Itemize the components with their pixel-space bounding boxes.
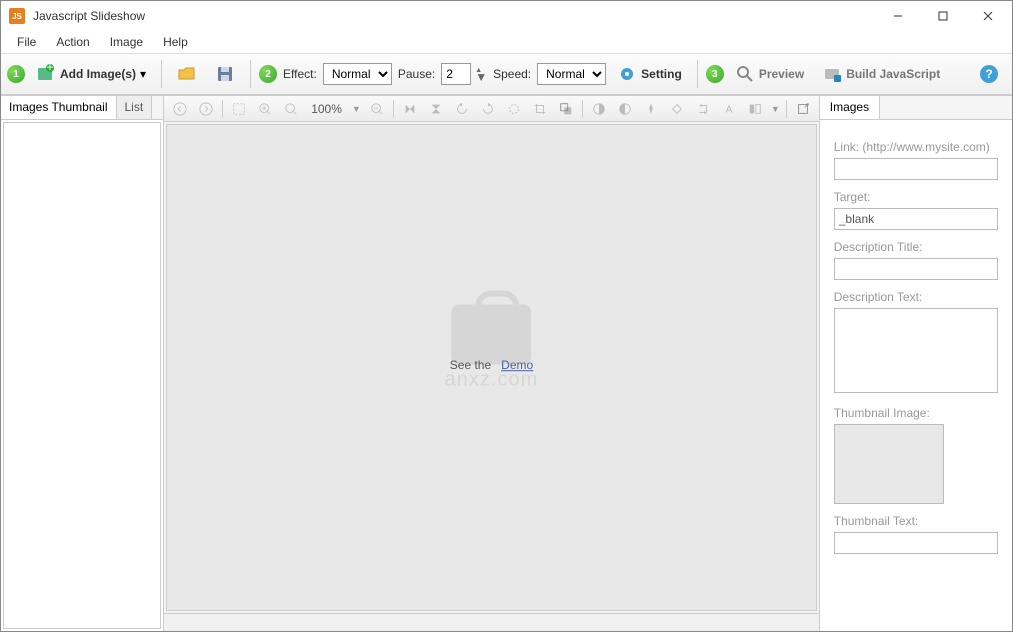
resize-icon[interactable] (556, 99, 576, 119)
dropdown-arrow-icon: ▾ (140, 67, 146, 81)
gear-icon (617, 64, 637, 84)
flip-h-icon[interactable] (426, 99, 446, 119)
pause-input[interactable] (441, 63, 471, 85)
tab-images-properties[interactable]: Images (820, 96, 880, 119)
preview-label: Preview (759, 67, 804, 81)
nav-first-icon[interactable] (170, 99, 190, 119)
step-2-badge: 2 (259, 65, 277, 83)
menu-bar: File Action Image Help (1, 31, 1012, 53)
nav-last-icon[interactable] (196, 99, 216, 119)
zoom-out-icon[interactable] (367, 99, 387, 119)
step-3-badge: 3 (706, 65, 724, 83)
link-input[interactable] (834, 158, 998, 180)
watermark: anxz.com (445, 305, 539, 392)
menu-image[interactable]: Image (100, 33, 153, 51)
main-toolbar: 1 + Add Image(s) ▾ 2 Effect: Normal Paus… (1, 53, 1012, 95)
menu-help[interactable]: Help (153, 33, 198, 51)
thumbnail-image-label: Thumbnail Image: (834, 406, 998, 420)
effect1-icon[interactable] (641, 99, 661, 119)
target-input[interactable] (834, 208, 998, 230)
build-icon (822, 64, 842, 84)
close-button[interactable] (965, 2, 1010, 30)
right-panel: Images Link: (http://www.mysite.com) Tar… (819, 96, 1012, 631)
open-button[interactable] (170, 59, 204, 89)
thumbnail-image-box[interactable] (834, 424, 944, 504)
app-icon: JS (9, 8, 25, 24)
minimize-button[interactable] (875, 2, 920, 30)
apply-icon[interactable] (793, 99, 813, 119)
thumbnail-text-label: Thumbnail Text: (834, 514, 998, 528)
demo-link[interactable]: Demo (501, 358, 533, 372)
menu-file[interactable]: File (7, 33, 46, 51)
right-tabs: Images (820, 96, 1012, 120)
left-panel: Images Thumbnail List (1, 96, 164, 631)
effect-select[interactable]: Normal (323, 63, 392, 85)
center-panel: 100% ▼ A ▼ anxz.com (164, 96, 819, 631)
effect-label: Effect: (281, 67, 319, 81)
link-label: Link: (http://www.mysite.com) (834, 140, 998, 154)
description-title-input[interactable] (834, 258, 998, 280)
title-bar: JS Javascript Slideshow (1, 1, 1012, 31)
description-text-label: Description Text: (834, 290, 998, 304)
target-label: Target: (834, 190, 998, 204)
zoom-default-icon[interactable] (281, 99, 301, 119)
left-tabs: Images Thumbnail List (1, 96, 163, 120)
maximize-button[interactable] (920, 2, 965, 30)
fit-icon[interactable] (229, 99, 249, 119)
step-1-badge: 1 (7, 65, 25, 83)
canvas-area[interactable]: anxz.com See the Demo (166, 124, 817, 611)
contrast-icon[interactable] (589, 99, 609, 119)
menu-action[interactable]: Action (46, 33, 99, 51)
help-button[interactable]: ? (972, 59, 1006, 89)
see-the-text: See the (450, 358, 491, 372)
image-toolbar: 100% ▼ A ▼ (164, 96, 819, 122)
build-javascript-button[interactable]: Build JavaScript (815, 59, 947, 89)
thumbnail-text-input[interactable] (834, 532, 998, 554)
effect2-icon[interactable] (667, 99, 687, 119)
save-button[interactable] (208, 59, 242, 89)
tab-images-thumbnail[interactable]: Images Thumbnail (1, 96, 117, 119)
save-icon (215, 64, 235, 84)
text-icon[interactable]: A (719, 99, 739, 119)
svg-text:+: + (46, 64, 53, 74)
pause-label: Pause: (396, 67, 437, 81)
thumbnail-list[interactable] (3, 122, 161, 629)
rotate-free-icon[interactable] (504, 99, 524, 119)
folder-open-icon (177, 64, 197, 84)
svg-text:?: ? (985, 67, 992, 81)
build-label: Build JavaScript (846, 67, 940, 81)
canvas-placeholder: See the Demo (450, 358, 533, 372)
zoom-in-icon[interactable] (255, 99, 275, 119)
add-image-icon: + (36, 64, 56, 84)
description-text-input[interactable] (834, 308, 998, 393)
zoom-level: 100% (307, 102, 346, 116)
setting-label: Setting (641, 67, 682, 81)
toolbar-dropdown-icon[interactable]: ▼ (771, 104, 780, 114)
speed-label: Speed: (491, 67, 533, 81)
crop-icon[interactable] (530, 99, 550, 119)
magnifier-icon (735, 64, 755, 84)
tab-list[interactable]: List (117, 96, 153, 119)
status-bar (164, 613, 819, 631)
description-title-label: Description Title: (834, 240, 998, 254)
brightness-icon[interactable] (615, 99, 635, 119)
svg-text:A: A (725, 103, 732, 115)
zoom-dropdown-icon[interactable]: ▼ (352, 104, 361, 114)
speed-select[interactable]: Normal (537, 63, 606, 85)
setting-button[interactable]: Setting (610, 59, 689, 89)
add-images-button[interactable]: + Add Image(s) ▾ (29, 59, 153, 89)
preview-button[interactable]: Preview (728, 59, 811, 89)
rotate-right-icon[interactable] (478, 99, 498, 119)
main-area: Images Thumbnail List 100% ▼ (1, 95, 1012, 631)
help-icon: ? (979, 64, 999, 84)
rotate-left-icon[interactable] (452, 99, 472, 119)
window-title: Javascript Slideshow (33, 9, 875, 23)
compare-icon[interactable] (745, 99, 765, 119)
effect3-icon[interactable] (693, 99, 713, 119)
pause-spinner[interactable]: ▲▼ (475, 67, 487, 81)
properties-form: Link: (http://www.mysite.com) Target: De… (820, 120, 1012, 631)
add-images-label: Add Image(s) (60, 67, 136, 81)
flip-v-icon[interactable] (400, 99, 420, 119)
